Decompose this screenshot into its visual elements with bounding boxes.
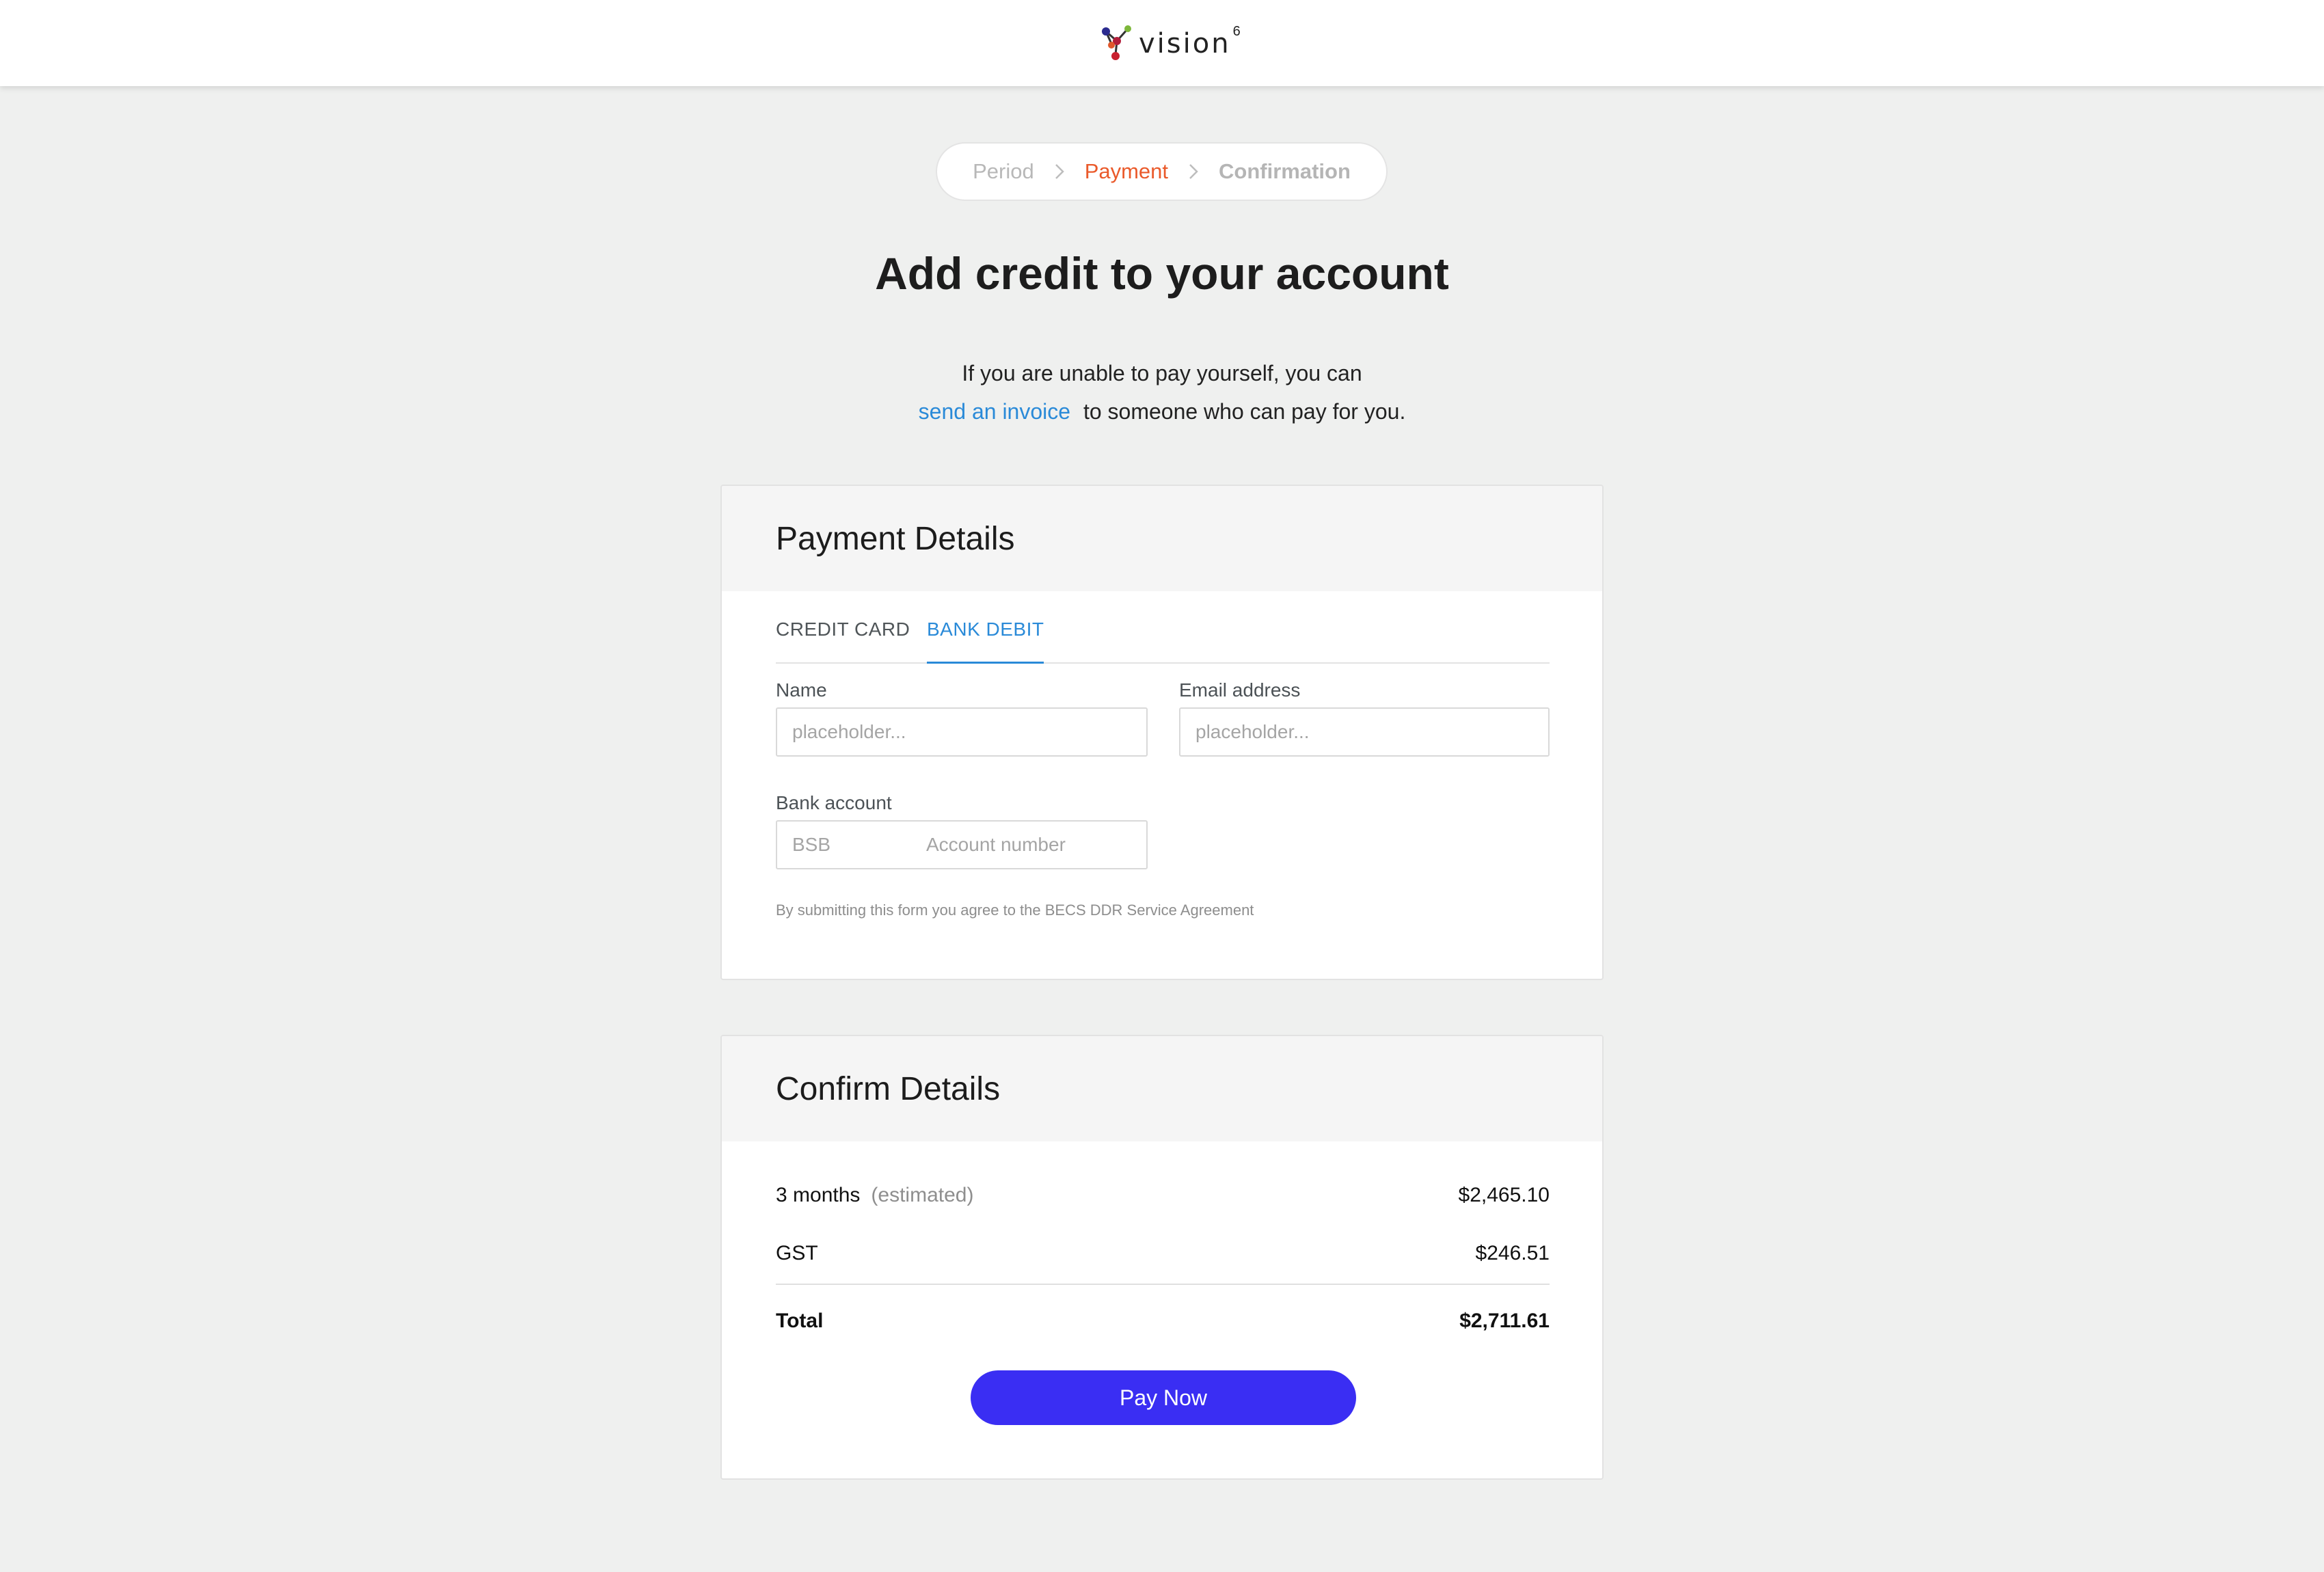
- payment-details-card: Payment Details CREDIT CARD BANK DEBIT N…: [720, 485, 1604, 980]
- period-label-group: 3 months (estimated): [776, 1184, 973, 1207]
- total-amount: $2,711.61: [1459, 1310, 1550, 1332]
- tab-bank-debit[interactable]: BANK DEBIT: [927, 612, 1044, 664]
- bank-account-field: BSB Account number: [776, 820, 1148, 869]
- brand-logo[interactable]: vision 6: [1100, 23, 1241, 64]
- payment-details-heading: Payment Details: [722, 486, 1602, 591]
- email-field[interactable]: placeholder...: [1179, 707, 1550, 757]
- subtitle-line-1: If you are unable to pay yourself, you c…: [962, 361, 1362, 385]
- gst-label: GST: [776, 1242, 818, 1264]
- step-confirmation[interactable]: Confirmation: [1215, 159, 1355, 184]
- send-invoice-link[interactable]: send an invoice: [919, 399, 1070, 424]
- confirm-details-heading: Confirm Details: [722, 1036, 1602, 1141]
- name-label: Name: [776, 679, 827, 701]
- checkout-stepper: Period Payment Confirmation: [936, 142, 1388, 201]
- tab-credit-card[interactable]: CREDIT CARD: [776, 612, 910, 664]
- total-label: Total: [776, 1310, 824, 1332]
- chevron-right-icon: [1038, 163, 1081, 180]
- subtitle-line-2-text: to someone who can pay for you.: [1083, 399, 1406, 424]
- becs-agreement-text: By submitting this form you agree to the…: [776, 902, 1254, 919]
- total-divider: [776, 1284, 1550, 1285]
- brand-superscript: 6: [1232, 23, 1241, 39]
- page-subtitle: If you are unable to pay yourself, you c…: [0, 354, 2324, 431]
- bsb-input[interactable]: BSB: [792, 834, 830, 856]
- period-row: 3 months (estimated) $2,465.10: [776, 1184, 1550, 1207]
- top-header: vision 6: [0, 0, 2324, 86]
- name-field[interactable]: placeholder...: [776, 707, 1148, 757]
- pay-now-button[interactable]: Pay Now: [971, 1370, 1356, 1425]
- subtitle-line-2: send an invoice to someone who can pay f…: [0, 392, 2324, 431]
- gst-row: GST $246.51: [776, 1242, 1550, 1265]
- bank-account-label: Bank account: [776, 792, 892, 813]
- email-placeholder: placeholder...: [1195, 721, 1310, 742]
- step-payment[interactable]: Payment: [1081, 159, 1172, 184]
- brand-name: vision: [1139, 28, 1231, 59]
- step-period[interactable]: Period: [969, 159, 1038, 184]
- confirm-details-card: Confirm Details 3 months (estimated) $2,4…: [720, 1035, 1604, 1480]
- account-number-input[interactable]: Account number: [926, 834, 1066, 856]
- total-row: Total $2,711.61: [776, 1310, 1550, 1333]
- period-label: 3 months: [776, 1184, 861, 1206]
- name-placeholder: placeholder...: [792, 721, 906, 742]
- vision-logo-icon: [1102, 25, 1131, 60]
- email-label: Email address: [1179, 679, 1301, 701]
- chevron-right-icon: [1172, 163, 1215, 180]
- payment-method-tabs: CREDIT CARD BANK DEBIT: [776, 612, 1550, 664]
- page-title: Add credit to your account: [875, 248, 1449, 299]
- period-amount: $2,465.10: [1458, 1184, 1550, 1206]
- gst-amount: $246.51: [1475, 1242, 1550, 1264]
- period-note: (estimated): [871, 1184, 974, 1206]
